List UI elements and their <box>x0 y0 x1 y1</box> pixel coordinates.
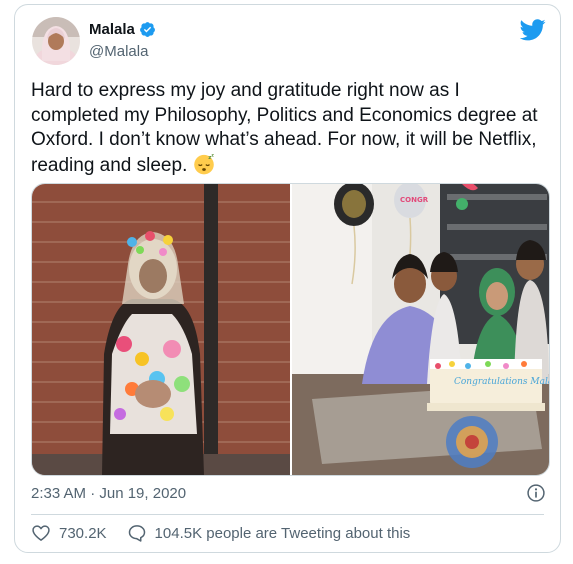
graduate-trashed-photo-icon <box>32 184 290 475</box>
speech-bubble-icon <box>128 525 145 542</box>
tweet-timestamp[interactable]: 2:33 AM · Jun 19, 2020 <box>31 485 186 502</box>
like-count: 730.2K <box>59 524 107 542</box>
tweeting-about-link[interactable]: 104.5K people are Tweeting about this <box>127 523 411 543</box>
tweeting-count-text: 104.5K people are Tweeting about this <box>154 524 411 542</box>
tweet-text: Hard to express my joy and gratitude rig… <box>31 79 551 178</box>
heart-icon <box>32 525 50 541</box>
twitter-bird-icon[interactable] <box>520 19 546 41</box>
photo-graduate[interactable] <box>32 184 290 475</box>
sleeping-face-icon: z z <box>193 153 214 174</box>
tweet-actions: 730.2K 104.5K people are Tweeting about … <box>31 523 430 543</box>
avatar-photo-icon <box>32 17 80 65</box>
like-button[interactable]: 730.2K <box>31 523 107 543</box>
divider <box>31 514 544 515</box>
photo-family[interactable]: CONGR Congratulations Mal <box>292 184 549 475</box>
family-cake-celebration-photo-icon: CONGR Congratulations Mal <box>292 184 549 475</box>
tweet-body: Hard to express my joy and gratitude rig… <box>31 80 538 176</box>
verified-badge-icon <box>139 22 155 37</box>
display-name[interactable]: Malala <box>89 21 135 38</box>
user-handle[interactable]: @Malala <box>89 43 148 60</box>
media-grid[interactable]: CONGR Congratulations Mal <box>31 183 550 476</box>
info-icon[interactable] <box>526 483 546 503</box>
cake-text: Congratulations Malala <box>454 377 549 387</box>
tweet-card[interactable]: Malala @Malala Hard to express my joy an… <box>14 4 561 553</box>
svg-text:CONGR: CONGR <box>400 196 429 204</box>
avatar[interactable] <box>32 17 80 65</box>
svg-text:z: z <box>211 153 214 158</box>
